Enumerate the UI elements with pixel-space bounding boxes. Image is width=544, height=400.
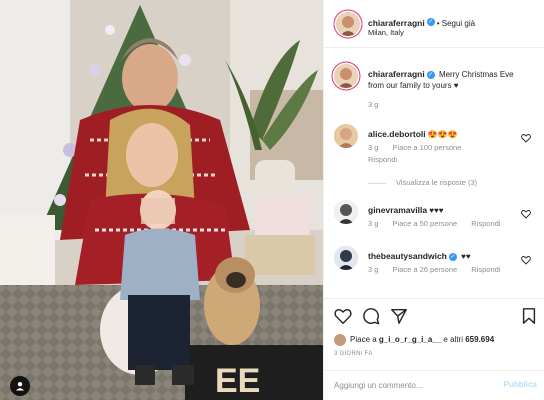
post-photo[interactable]: EE xyxy=(0,0,323,400)
likes-count[interactable]: 659.694 xyxy=(465,335,494,344)
likes-summary[interactable]: Piace a g_i_o_r_g_i_a__ e altri 659.694 xyxy=(334,334,494,346)
comment-icon[interactable] xyxy=(362,307,380,325)
comment-time: 3 g xyxy=(368,143,379,152)
comment-reply-row: Rispondi xyxy=(368,155,409,164)
author-avatar[interactable] xyxy=(336,12,360,36)
comment-text-block: alice.debortoli 😍😍😍 xyxy=(368,129,518,140)
family-christmas-photo: EE xyxy=(0,0,323,400)
comment-text: ♥♥♥ xyxy=(429,206,444,215)
comment-avatar[interactable] xyxy=(334,200,358,224)
caption-meta: 3 g xyxy=(368,100,390,109)
comment-username[interactable]: thebeautysandwich xyxy=(368,251,447,261)
comment-text-block: ginevramavilla ♥♥♥ xyxy=(368,205,518,216)
comment-text: 😍😍😍 xyxy=(427,130,458,139)
post-date: 3 GIORNI FA xyxy=(334,351,373,357)
comment-meta: 3 g Piace a 100 persone xyxy=(368,143,473,152)
likes-suffix: e altri xyxy=(443,335,463,345)
comment-likes[interactable]: Piace a 26 persone xyxy=(393,265,458,274)
comments-list: chiaraferragni ✓ Merry Christmas Eve from… xyxy=(324,48,544,298)
post-header: chiaraferragni ✓ • Segui già Milan, Italy xyxy=(324,0,544,48)
reply-button[interactable]: Rispondi xyxy=(368,155,397,164)
location-link[interactable]: Milan, Italy xyxy=(368,28,404,37)
follow-status[interactable]: • Segui già xyxy=(437,19,475,28)
post-side-panel: chiaraferragni ✓ • Segui già Milan, Italy … xyxy=(323,0,544,400)
caption-text-block: chiaraferragni ✓ Merry Christmas Eve from… xyxy=(368,69,518,91)
comment-avatar[interactable] xyxy=(334,124,358,148)
comment-meta: 3 g Piace a 50 persone Rispondi xyxy=(368,219,512,228)
liker-avatar xyxy=(334,334,346,346)
caption-avatar[interactable] xyxy=(334,64,358,88)
caption-username[interactable]: chiaraferragni xyxy=(368,69,425,79)
verified-badge-icon: ✓ xyxy=(448,252,457,261)
publish-button[interactable]: Pubblica xyxy=(504,380,537,389)
author-username[interactable]: chiaraferragni xyxy=(368,18,425,28)
svg-text:EE: EE xyxy=(215,362,260,400)
caption-time: 3 g xyxy=(368,100,379,109)
instagram-post: EE chiaraferragni ✓ • Segui già Milan, I… xyxy=(0,0,544,400)
comment-likes[interactable]: Piace a 50 persone xyxy=(393,219,458,228)
comment-meta: 3 g Piace a 26 persone Rispondi xyxy=(368,265,512,274)
verified-badge-icon: ✓ xyxy=(426,70,435,79)
add-comment-bar: Pubblica xyxy=(324,370,544,400)
verified-badge-icon: ✓ xyxy=(426,17,435,26)
comment-avatar[interactable] xyxy=(334,246,358,270)
comment-input[interactable] xyxy=(334,377,484,393)
replies-divider xyxy=(368,182,386,184)
comment-username[interactable]: ginevramavilla xyxy=(368,205,427,215)
post-actions: Piace a g_i_o_r_g_i_a__ e altri 659.694 … xyxy=(324,298,544,370)
comment-time: 3 g xyxy=(368,265,379,274)
comment-like-heart-icon[interactable] xyxy=(521,133,531,143)
likes-prefix: Piace a xyxy=(350,335,377,345)
comment-text-block: thebeautysandwich ✓ ♥♥ xyxy=(368,251,518,262)
comment-likes[interactable]: Piace a 100 persone xyxy=(393,143,462,152)
share-icon[interactable] xyxy=(390,307,408,325)
comment-username[interactable]: alice.debortoli xyxy=(368,129,426,139)
comment-like-heart-icon[interactable] xyxy=(521,209,531,219)
comment-like-heart-icon[interactable] xyxy=(521,255,531,265)
view-replies-label[interactable]: Visualizza le risposte (3) xyxy=(396,178,477,187)
bookmark-icon[interactable] xyxy=(520,307,538,325)
reply-button[interactable]: Rispondi xyxy=(471,265,500,274)
heart-icon[interactable] xyxy=(334,307,352,325)
comment-time: 3 g xyxy=(368,219,379,228)
reply-button[interactable]: Rispondi xyxy=(471,219,500,228)
user-tag-icon[interactable] xyxy=(10,376,30,396)
view-replies-button[interactable]: Visualizza le risposte (3) xyxy=(368,178,477,187)
liker-username[interactable]: g_i_o_r_g_i_a__ xyxy=(379,335,441,344)
comment-text: ♥♥ xyxy=(461,252,471,261)
